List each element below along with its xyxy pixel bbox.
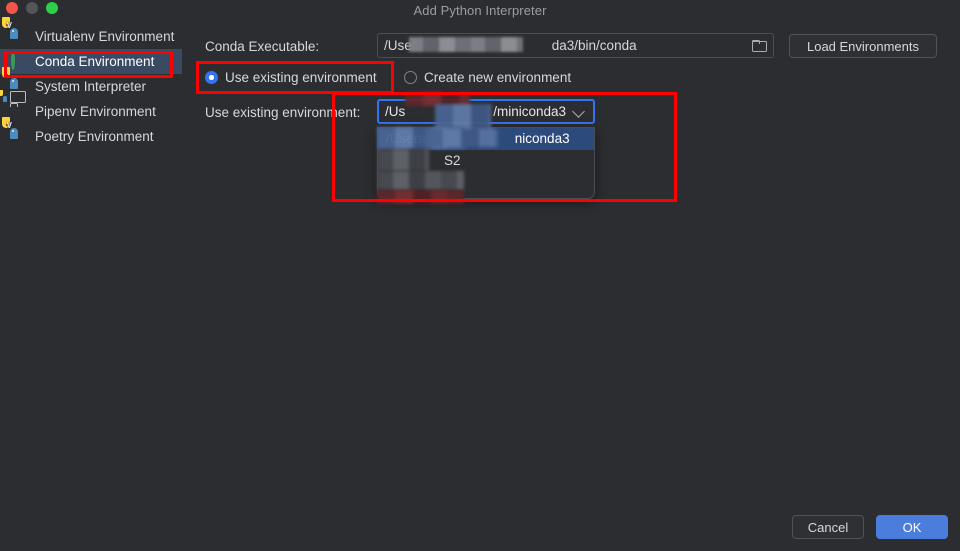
combo-value-end: /miniconda3 — [493, 104, 567, 119]
python-venv-icon: V — [2, 117, 27, 145]
sidebar-item-conda-environment[interactable]: Conda Environment — [0, 49, 182, 74]
conda-executable-value-start: /Use — [384, 38, 412, 53]
dropdown-option[interactable] — [378, 172, 594, 194]
dropdown-option-selected[interactable]: /Users niconda3 — [378, 128, 594, 150]
sidebar-item-virtualenv-environment[interactable]: V Virtualenv Environment — [0, 17, 182, 49]
radio-indicator-selected[interactable] — [205, 71, 218, 84]
chevron-down-icon[interactable] — [572, 104, 585, 118]
environment-dropdown-list[interactable]: /Users niconda3 S2 — [377, 127, 595, 199]
conda-ring-icon — [10, 51, 27, 70]
conda-executable-label: Conda Executable: — [205, 39, 320, 54]
radio-indicator-unselected[interactable] — [404, 71, 417, 84]
sidebar-item-label: Conda Environment — [35, 54, 155, 69]
sidebar-item-label: Virtualenv Environment — [35, 29, 175, 44]
dropdown-option-text-end: niconda3 — [514, 131, 570, 146]
dropdown-option-text-start: /Users — [386, 131, 426, 146]
sidebar-item-poetry-environment[interactable]: V Poetry Environment — [0, 117, 182, 149]
add-python-interpreter-dialog: Add Python Interpreter V Virtualenv Envi… — [0, 0, 960, 551]
sidebar-item-system-interpreter[interactable]: System Interpreter — [0, 67, 182, 99]
radio-label: Use existing environment — [225, 70, 377, 85]
conda-executable-input[interactable]: /Use da3/bin/conda — [377, 33, 774, 58]
sidebar-item-pipenv-environment[interactable]: Pipenv Environment — [0, 90, 182, 124]
load-environments-button[interactable]: Load Environments — [789, 34, 937, 58]
sidebar-item-label: Pipenv Environment — [35, 104, 156, 119]
sidebar-item-label: System Interpreter — [35, 79, 147, 94]
environment-combobox[interactable]: /Us /miniconda3 — [377, 99, 595, 124]
ok-button[interactable]: OK — [876, 515, 948, 539]
radio-use-existing-environment[interactable]: Use existing environment — [205, 70, 377, 85]
cancel-button[interactable]: Cancel — [792, 515, 864, 539]
conda-executable-value-end: da3/bin/conda — [551, 38, 637, 53]
sidebar-item-label: Poetry Environment — [35, 129, 154, 144]
window-title: Add Python Interpreter — [413, 3, 547, 18]
title-bar: Add Python Interpreter — [0, 0, 960, 22]
python-venv-icon: V — [2, 17, 27, 45]
radio-label: Create new environment — [424, 70, 572, 85]
dropdown-option[interactable]: S2 — [378, 150, 594, 172]
combo-value-start: /Us — [385, 104, 406, 119]
dropdown-option-text-end: S2 — [444, 153, 461, 168]
radio-create-new-environment[interactable]: Create new environment — [404, 70, 571, 85]
folder-python-icon — [0, 90, 27, 120]
use-existing-environment-label: Use existing environment: — [205, 105, 361, 120]
interpreter-type-sidebar: V Virtualenv Environment Conda Environme… — [0, 17, 182, 494]
browse-folder-icon[interactable] — [752, 39, 767, 52]
